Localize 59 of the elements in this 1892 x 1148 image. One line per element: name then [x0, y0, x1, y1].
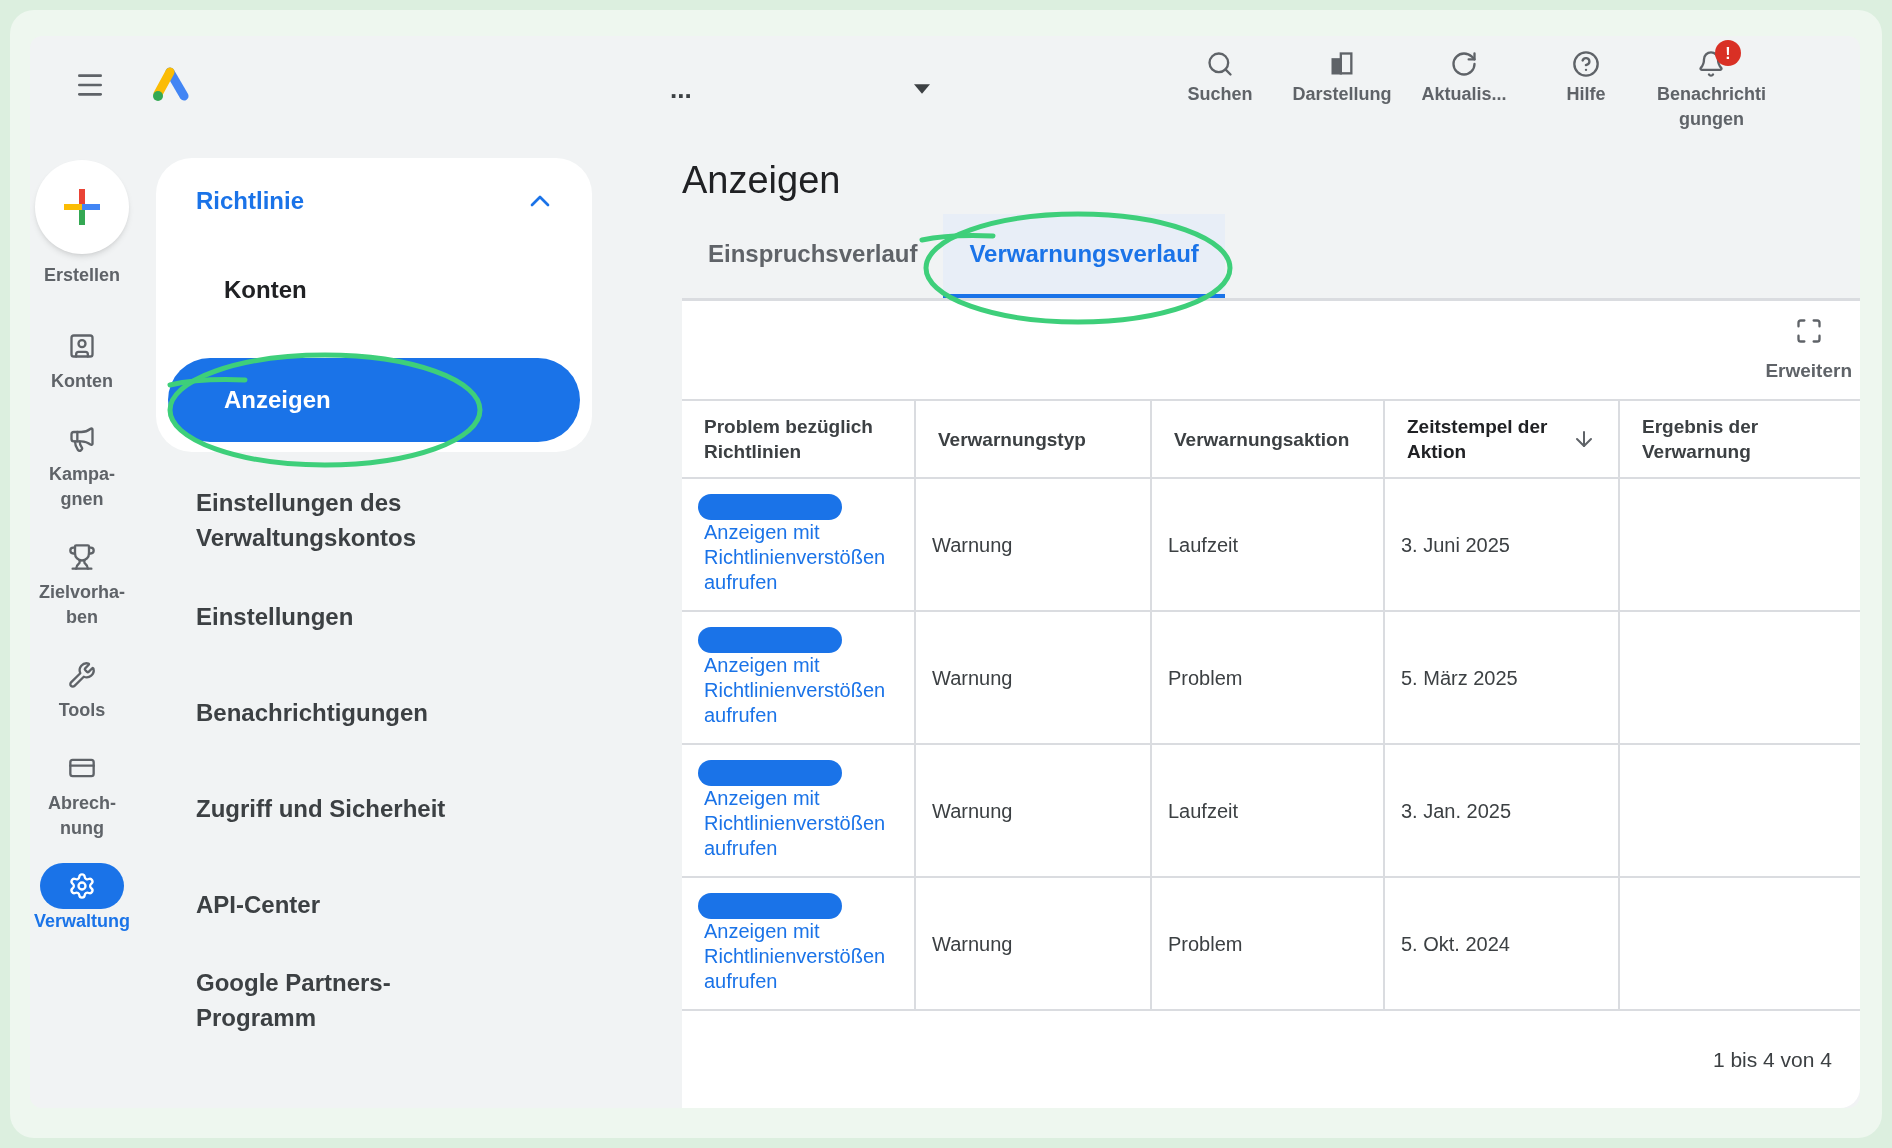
nav-item[interactable]: Google Partners-Programm — [196, 965, 486, 1035]
table-cell-text: 5. Okt. 2024 — [1401, 931, 1510, 957]
table-cell-text: Warnung — [932, 931, 1013, 957]
notification-badge: ! — [1714, 40, 1741, 66]
table-cell-text: Problem — [1168, 931, 1243, 957]
expand-icon — [1794, 317, 1823, 345]
table-cell-text: Warnung — [932, 532, 1013, 558]
table-cell-text: Problem — [1168, 665, 1243, 691]
table-cell-text: Laufzeit — [1168, 798, 1239, 824]
nav-item[interactable]: Einstellungen — [196, 598, 486, 634]
bell-icon — [1697, 50, 1726, 78]
rail-item[interactable]: Konten — [51, 323, 113, 394]
column-header[interactable]: Zeitstempel der Aktion — [1383, 401, 1618, 477]
account-name[interactable]: ... — [670, 76, 692, 102]
violations-link[interactable]: Anzeigen mit Richtlinienverstößen aufrufen — [704, 919, 904, 994]
rail-item[interactable]: Kampa- gnen — [49, 416, 115, 512]
table-cell-text: Laufzeit — [1168, 532, 1239, 558]
column-header[interactable]: Verwarnungsaktion — [1150, 401, 1383, 477]
nav-item[interactable]: API-Center — [196, 886, 486, 922]
nav-item[interactable]: Benachrichtigungen — [196, 694, 486, 730]
help-icon — [1571, 50, 1600, 78]
tab[interactable]: Einspruchsverlauf — [682, 214, 944, 298]
nav-item[interactable]: Einstellungen des Verwaltungskontos — [196, 485, 486, 555]
toolbar-button[interactable]: Suchen — [1164, 40, 1275, 132]
expand-button[interactable]: Erweitern — [1765, 317, 1852, 386]
toolbar-button[interactable]: Benachrichti gungen ! — [1652, 40, 1770, 132]
pagination-text: 1 bis 4 von 4 — [1712, 1046, 1832, 1073]
nav-section-header[interactable]: Richtlinie — [168, 176, 580, 226]
wrench-icon — [68, 661, 96, 689]
plus-icon — [62, 187, 102, 227]
table-cell-text: 5. März 2025 — [1401, 665, 1518, 691]
toolbar-button[interactable]: Aktualis... — [1408, 40, 1519, 132]
trophy-icon — [68, 543, 96, 571]
column-header[interactable]: Ergebnis der Verwarnung — [1618, 401, 1860, 477]
table-cell-text: Warnung — [932, 798, 1013, 824]
nav-item[interactable]: Konten — [168, 248, 580, 332]
caret-icon[interactable] — [914, 84, 930, 94]
rail-item[interactable]: Zielvorha- ben — [39, 534, 125, 630]
table-cell-text: Warnung — [932, 665, 1013, 691]
rail-item[interactable]: Tools — [58, 652, 106, 723]
search-icon — [1205, 50, 1234, 78]
violations-link[interactable]: Anzeigen mit Richtlinienverstößen aufrufen — [704, 653, 904, 728]
tab[interactable]: Verwarnungsverlauf — [943, 214, 1225, 298]
settings-icon — [68, 872, 96, 900]
table-cell-text: 3. Juni 2025 — [1401, 532, 1510, 558]
toolbar-button[interactable]: Hilfe — [1530, 40, 1641, 132]
violations-link[interactable]: Anzeigen mit Richtlinienverstößen aufrufen — [704, 520, 904, 595]
rail-item[interactable]: Abrech- nung — [48, 745, 116, 841]
column-header[interactable]: Problem bezüglich Richtlinien — [682, 401, 914, 477]
nav-item[interactable]: Anzeigen — [168, 358, 580, 442]
column-header[interactable]: Verwarnungstyp — [914, 401, 1150, 477]
contact-card-icon — [68, 332, 96, 360]
table-cell-text: 3. Jan. 2025 — [1401, 798, 1512, 824]
toolbar-button[interactable]: Darstellung — [1286, 40, 1397, 132]
megaphone-icon — [68, 425, 96, 453]
refresh-icon — [1449, 50, 1478, 78]
page-title: Anzeigen — [682, 158, 842, 202]
nav-item[interactable]: Zugriff und Sicherheit — [196, 790, 486, 826]
violations-link[interactable]: Anzeigen mit Richtlinienverstößen aufrufen — [704, 786, 904, 861]
